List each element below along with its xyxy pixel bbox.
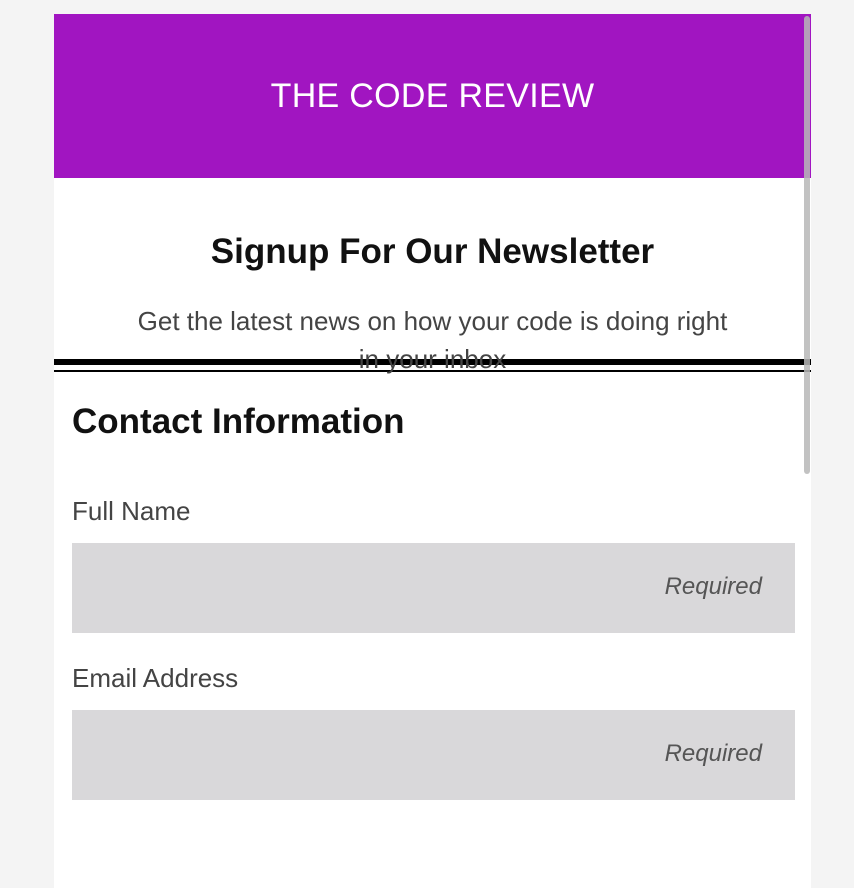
email-required-hint: Required (664, 740, 762, 767)
newsletter-intro: Signup For Our Newsletter Get the latest… (54, 178, 811, 374)
email-field-wrap: Required (72, 710, 795, 800)
contact-form: Contact Information Full Name Required E… (54, 372, 811, 800)
full-name-required-hint: Required (664, 573, 762, 600)
section-title: Contact Information (72, 402, 405, 441)
site-brand: THE CODE REVIEW (270, 76, 595, 115)
full-name-field-wrap: Required (72, 543, 795, 633)
full-name-label: Full Name (72, 496, 191, 526)
page-title: Signup For Our Newsletter (210, 232, 655, 271)
newsletter-card: THE CODE REVIEW Signup For Our Newslette… (54, 14, 811, 888)
scrollbar-thumb[interactable] (804, 16, 810, 474)
email-label: Email Address (72, 663, 239, 693)
site-header: THE CODE REVIEW (54, 14, 811, 178)
